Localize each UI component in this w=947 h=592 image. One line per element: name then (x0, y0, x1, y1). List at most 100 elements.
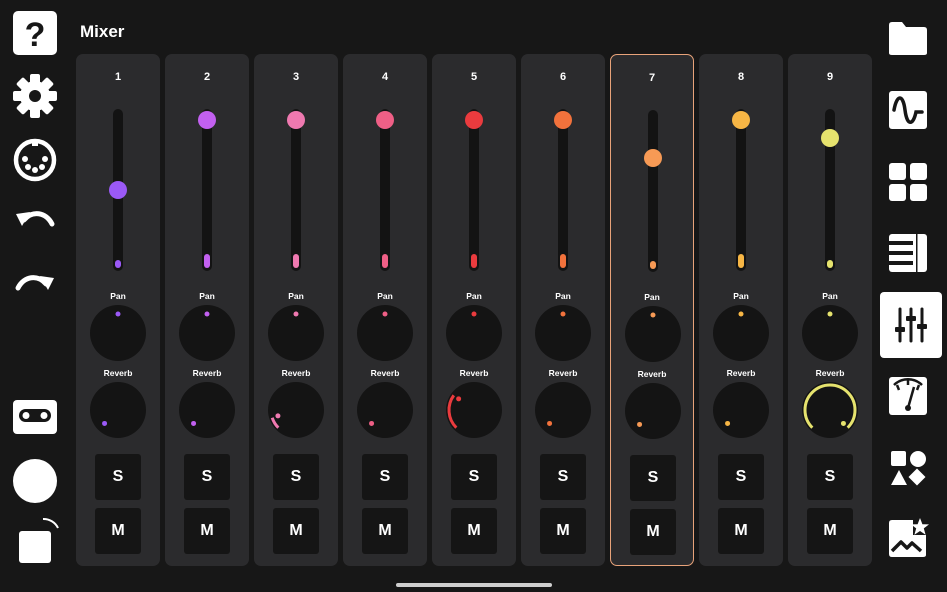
svg-text:?: ? (25, 16, 46, 54)
volume-fader-handle[interactable] (732, 111, 750, 129)
solo-button[interactable]: S (184, 454, 230, 500)
volume-fader-handle[interactable] (644, 148, 662, 167)
piano-roll-icon[interactable] (886, 231, 930, 275)
midi-connector-icon[interactable] (10, 135, 60, 185)
volume-fader-track[interactable] (380, 109, 390, 271)
volume-fader-track[interactable] (202, 109, 212, 271)
help-icon[interactable]: ? (10, 8, 60, 58)
volume-fader-fill (471, 254, 477, 268)
waveform-icon[interactable] (886, 88, 930, 132)
pan-knob[interactable] (625, 306, 681, 362)
reverb-knob[interactable] (713, 382, 769, 438)
channel-number: 2 (203, 71, 211, 83)
volume-fader-handle[interactable] (376, 111, 394, 129)
pan-label: Pan (199, 291, 215, 301)
channel-strip[interactable]: 3 Pan Reverb S M (254, 54, 338, 566)
mute-button[interactable]: M (95, 508, 141, 554)
redo-icon[interactable] (10, 262, 60, 312)
solo-button[interactable]: S (451, 454, 497, 500)
reverb-label: Reverb (726, 368, 756, 378)
volume-fader-handle[interactable] (287, 111, 305, 129)
reverb-label: Reverb (192, 368, 222, 378)
mute-button[interactable]: M (718, 508, 764, 554)
volume-fader-track[interactable] (558, 109, 568, 271)
pan-label: Pan (822, 291, 838, 301)
channel-number: 4 (381, 71, 389, 83)
mute-button[interactable]: M (630, 509, 676, 555)
solo-button[interactable]: S (273, 454, 319, 500)
solo-button[interactable]: S (630, 455, 676, 501)
pan-knob[interactable] (446, 305, 502, 361)
mute-button[interactable]: M (362, 508, 408, 554)
mixer-sliders-icon[interactable] (880, 292, 942, 358)
stop-button-icon[interactable] (10, 516, 60, 570)
mute-button[interactable]: M (540, 508, 586, 554)
pan-label: Pan (288, 291, 304, 301)
reverb-label: Reverb (815, 368, 845, 378)
pan-knob[interactable] (268, 305, 324, 361)
channel-strip[interactable]: 7 Pan Reverb S M (610, 54, 694, 566)
volume-fader-track[interactable] (469, 109, 479, 271)
pan-knob[interactable] (535, 305, 591, 361)
mute-button[interactable]: M (273, 508, 319, 554)
channel-strip[interactable]: 2 Pan Reverb S M (165, 54, 249, 566)
volume-fader-handle[interactable] (465, 111, 483, 129)
volume-fader-fill (827, 260, 833, 268)
folder-icon[interactable] (886, 16, 930, 60)
reverb-knob[interactable] (625, 383, 681, 439)
volume-fader-handle[interactable] (109, 180, 127, 199)
pan-label: Pan (377, 291, 393, 301)
volume-fader-fill (738, 254, 744, 268)
mute-button[interactable]: M (807, 508, 853, 554)
solo-button[interactable]: S (718, 454, 764, 500)
volume-fader-fill (204, 254, 210, 268)
reverb-knob[interactable] (179, 382, 235, 438)
cassette-tape-icon[interactable] (10, 392, 60, 442)
reverb-knob[interactable] (357, 382, 413, 438)
channel-strip[interactable]: 8 Pan Reverb S M (699, 54, 783, 566)
metronome-icon[interactable] (886, 374, 930, 418)
channel-strip[interactable]: 4 Pan Reverb S M (343, 54, 427, 566)
volume-fader-track[interactable] (736, 109, 746, 271)
solo-button[interactable]: S (807, 454, 853, 500)
reverb-knob[interactable] (268, 382, 324, 438)
reverb-knob[interactable] (802, 382, 858, 438)
channel-strip[interactable]: 9 Pan Reverb S M (788, 54, 872, 566)
reverb-label: Reverb (103, 368, 133, 378)
reverb-knob[interactable] (90, 382, 146, 438)
volume-fader-track[interactable] (648, 110, 658, 272)
pan-knob[interactable] (90, 305, 146, 361)
mute-button[interactable]: M (451, 508, 497, 554)
reverb-label: Reverb (637, 369, 667, 379)
solo-button[interactable]: S (540, 454, 586, 500)
undo-icon[interactable] (10, 198, 60, 248)
reverb-label: Reverb (548, 368, 578, 378)
pan-label: Pan (733, 291, 749, 301)
channel-strip[interactable]: 6 Pan Reverb S M (521, 54, 605, 566)
solo-button[interactable]: S (95, 454, 141, 500)
pad-grid-icon[interactable] (886, 160, 930, 204)
reverb-knob[interactable] (446, 382, 502, 438)
volume-fader-track[interactable] (291, 109, 301, 271)
star-image-icon[interactable] (886, 516, 930, 560)
volume-fader-fill (115, 260, 121, 268)
volume-fader-handle[interactable] (821, 129, 839, 148)
solo-button[interactable]: S (362, 454, 408, 500)
mute-button[interactable]: M (184, 508, 230, 554)
pan-knob[interactable] (179, 305, 235, 361)
page-title: Mixer (80, 22, 125, 41)
reverb-knob[interactable] (535, 382, 591, 438)
volume-fader-handle[interactable] (198, 111, 216, 129)
pan-knob[interactable] (357, 305, 413, 361)
record-button-icon[interactable] (10, 456, 60, 506)
shapes-icon[interactable] (886, 446, 930, 490)
pan-knob[interactable] (802, 305, 858, 361)
channel-strip[interactable]: 1 Pan Reverb S M (76, 54, 160, 566)
volume-fader-fill (293, 254, 299, 268)
pan-knob[interactable] (713, 305, 769, 361)
home-indicator[interactable] (396, 583, 552, 587)
channel-strip[interactable]: 5 Pan Reverb S M (432, 54, 516, 566)
settings-gear-icon[interactable] (10, 71, 60, 121)
volume-fader-handle[interactable] (554, 111, 572, 129)
pan-label: Pan (110, 291, 126, 301)
